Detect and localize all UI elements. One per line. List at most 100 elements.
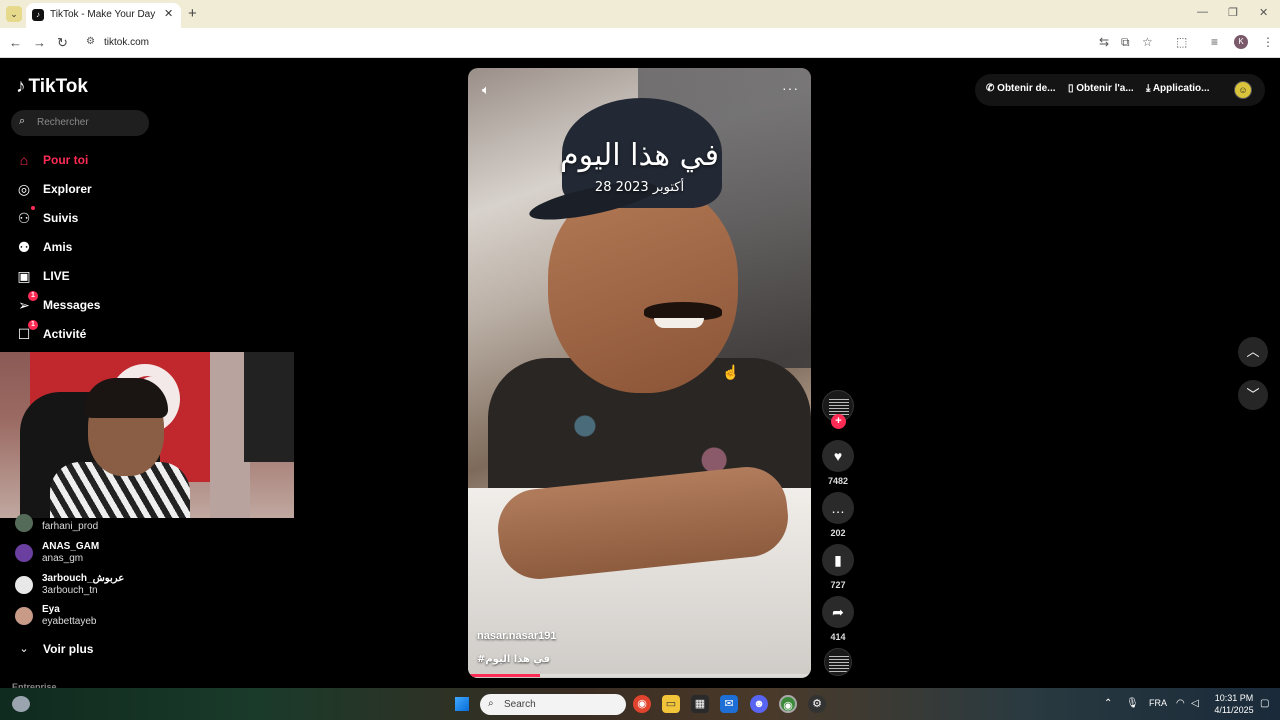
compass-icon: ◎	[17, 181, 31, 197]
sidebar-item-messages[interactable]: ➢ 1 Messages	[15, 291, 155, 317]
new-content-dot	[31, 206, 35, 210]
language-indicator[interactable]: FRA	[1149, 698, 1167, 708]
file-explorer-icon[interactable]: ▭	[662, 695, 680, 713]
share-button[interactable]: ➦	[822, 596, 854, 628]
browser-toolbar: ← → ↻ ⚙ tiktok.com ⇆ ⧉ ☆ ⬚ ≡ ⋮	[0, 28, 1280, 58]
wifi-icon[interactable]: ◠	[1176, 698, 1185, 709]
follow-plus-icon[interactable]: +	[831, 414, 846, 429]
extensions-icon[interactable]: ⬚	[1176, 35, 1187, 49]
reload-icon[interactable]: ↻	[57, 35, 68, 51]
application-label: Applicatio...	[1152, 83, 1210, 94]
bookmark-star-icon[interactable]: ☆	[1142, 35, 1153, 49]
chrome-active-icon[interactable]: ◉	[779, 695, 797, 713]
activity-badge: 1	[28, 320, 38, 330]
video-caption[interactable]: #في هذا اليوم	[477, 654, 550, 665]
tiktok-logo[interactable]: ♪ TikTok	[16, 76, 88, 98]
translate-icon[interactable]: ⇆	[1099, 35, 1109, 49]
more-options-icon[interactable]: ···	[782, 80, 799, 96]
avatar	[15, 544, 33, 562]
site-info-icon[interactable]: ⚙	[86, 36, 95, 47]
see-more-button[interactable]: ⌄ Voir plus	[15, 639, 155, 661]
sidebar-item-label: LIVE	[43, 269, 70, 283]
browser-menu-icon[interactable]: ⋮	[1262, 35, 1274, 49]
restore-icon[interactable]: ❐	[1228, 6, 1238, 19]
comment-count: 202	[830, 528, 846, 538]
like-button[interactable]: ♥	[822, 440, 854, 472]
sidebar-item-label: Amis	[43, 240, 73, 254]
sidebar-item-explore[interactable]: ◎ Explorer	[15, 179, 155, 201]
back-icon[interactable]: ←	[9, 35, 22, 50]
install-app-icon[interactable]: ⧉	[1121, 35, 1130, 50]
chevron-down-icon: ﹀	[1246, 387, 1260, 402]
taskbar-search[interactable]: ⌕ Search	[480, 694, 626, 715]
creator-avatar-text-graphic	[829, 399, 849, 415]
next-video-button[interactable]: ﹀	[1238, 380, 1268, 410]
home-icon: ⌂	[19, 152, 29, 168]
minimize-icon[interactable]: —	[1197, 6, 1208, 18]
microphone-icon[interactable]: 🎙︎	[1126, 698, 1139, 709]
sidebar-item-live[interactable]: ▣ LIVE	[15, 266, 155, 288]
close-window-icon[interactable]: ✕	[1259, 6, 1268, 19]
logo-text: TikTok	[28, 76, 88, 97]
video-progress-bar[interactable]	[468, 674, 811, 677]
account-name: 3arbouch_عربوش	[42, 573, 125, 584]
browser-tab-bar: ⌄ ♪ TikTok - Make Your Day ✕ + — ❐ ✕	[0, 0, 1280, 28]
sidebar-item-friends[interactable]: ⚉ Amis	[15, 237, 155, 259]
notifications-icon[interactable]: ▢	[1260, 698, 1269, 709]
save-button[interactable]: ▮	[822, 544, 854, 576]
sidebar-item-activity[interactable]: ☐ 1 Activité	[15, 320, 155, 346]
get-coins-button[interactable]: ✆ Obtenir de...	[986, 83, 1056, 94]
sidebar-item-label: Pour toi	[43, 153, 89, 167]
tab-close-icon[interactable]: ✕	[164, 7, 173, 20]
followed-account[interactable]: 3arbouch_عربوش 3arbouch_tn	[15, 573, 165, 599]
profile-avatar[interactable]: K	[1234, 35, 1248, 49]
video-player[interactable]: في هذا اليوم 28 أكتوبر 2023 🔈︎ ··· nasar…	[468, 68, 811, 678]
comment-button[interactable]: …	[822, 492, 854, 524]
start-button[interactable]	[455, 697, 469, 711]
streamer-hair	[84, 378, 168, 418]
webcam-overlay	[0, 352, 294, 518]
followed-account[interactable]: ANAS_GAM anas_gm	[15, 541, 165, 567]
address-bar[interactable]: ⚙ tiktok.com	[80, 32, 1090, 54]
weather-icon[interactable]	[12, 696, 30, 712]
followed-account[interactable]: Eya eyabettayeb	[15, 604, 165, 630]
chrome-icon[interactable]: ◉	[633, 695, 651, 713]
new-tab-icon[interactable]: +	[188, 5, 197, 22]
store-icon[interactable]: ▦	[691, 695, 709, 713]
application-button[interactable]: ⤓ Applicatio...	[1146, 83, 1210, 94]
forward-icon[interactable]: →	[33, 35, 46, 50]
clock[interactable]: 10:31 PM 4/11/2025	[1212, 692, 1256, 716]
previous-video-button[interactable]: ︿	[1238, 337, 1268, 367]
user-avatar[interactable]: ☺	[1234, 81, 1252, 99]
chevron-up-icon: ︿	[1246, 344, 1260, 359]
download-icon: ⤓	[1146, 83, 1153, 94]
get-app-label: Obtenir l'a...	[1076, 83, 1134, 94]
hand-cursor-icon: ☝	[722, 364, 740, 380]
top-actions-bar: ✆ Obtenir de... ▯ Obtenir l'a... ⤓ Appli…	[975, 74, 1265, 106]
get-app-button[interactable]: ▯ Obtenir l'a...	[1068, 83, 1134, 94]
sidebar-item-label: Activité	[43, 327, 87, 341]
account-handle: farhani_prod	[42, 521, 99, 532]
sidebar-item-for-you[interactable]: ⌂ Pour toi	[15, 150, 155, 172]
volume-icon[interactable]: 🔈︎	[482, 82, 490, 98]
avatar	[15, 607, 33, 625]
search-input[interactable]: ⌕ Rechercher	[11, 110, 149, 136]
browser-tab[interactable]: ♪ TikTok - Make Your Day ✕	[26, 3, 181, 28]
clock-time: 10:31 PM	[1214, 693, 1254, 703]
reading-list-icon[interactable]: ≡	[1211, 35, 1218, 49]
sidebar-item-following[interactable]: ⚇ Suivis	[15, 206, 155, 230]
account-handle: anas_gm	[42, 553, 84, 564]
outlook-icon[interactable]: ✉	[720, 695, 738, 713]
steam-icon[interactable]: ⚙	[808, 695, 826, 713]
get-coins-label: Obtenir de...	[997, 83, 1056, 94]
video-overlay-title: في هذا اليوم	[560, 138, 719, 173]
tab-title: TikTok - Make Your Day	[50, 9, 156, 20]
messages-badge: 1	[28, 291, 38, 301]
music-disc[interactable]	[824, 648, 852, 676]
discord-icon[interactable]: ☻	[750, 695, 768, 713]
volume-tray-icon[interactable]: ◁	[1191, 698, 1199, 709]
tab-search-icon[interactable]: ⌄	[6, 6, 22, 22]
video-author[interactable]: nasar.nasar191	[477, 630, 557, 642]
tray-overflow-icon[interactable]: ⌃	[1104, 698, 1112, 709]
account-name: ANAS_GAM	[42, 541, 100, 552]
